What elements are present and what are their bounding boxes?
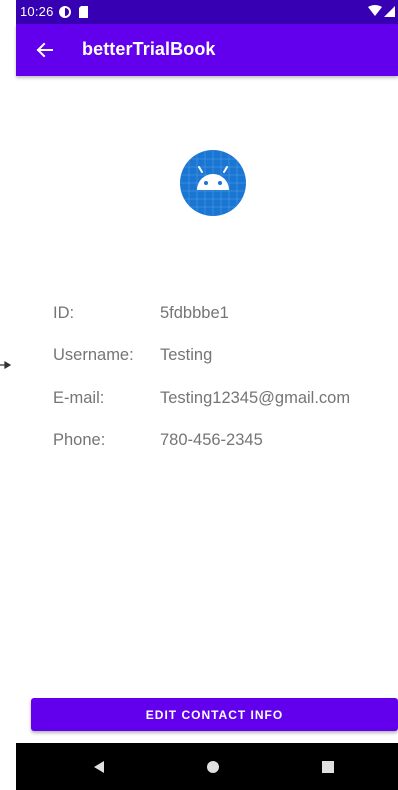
android-robot-icon: [180, 150, 246, 216]
contact-row-email: E-mail: Testing12345@gmail.com: [53, 385, 398, 413]
sd-card-icon: [79, 6, 88, 18]
nav-home-button[interactable]: [201, 755, 225, 779]
system-nav-bar: [16, 743, 398, 790]
username-label: Username:: [53, 346, 134, 364]
phone-value: 780-456-2345: [160, 431, 263, 449]
home-circle-icon: [207, 761, 219, 773]
app-screen: 10:26 betterTrialBook ID: 5fdbbbe1 Usern…: [16, 0, 398, 790]
status-time: 10:26: [20, 4, 54, 19]
contact-row-username: Username: Testing: [53, 342, 398, 370]
phone-label: Phone:: [53, 431, 106, 449]
signal-icon: [384, 6, 395, 17]
id-value: 5fdbbbe1: [160, 304, 229, 322]
arrow-back-icon: [36, 42, 53, 58]
id-label: ID:: [53, 304, 75, 322]
email-label: E-mail:: [53, 389, 105, 407]
recents-square-icon: [322, 761, 334, 773]
back-triangle-icon: [94, 761, 104, 773]
nav-recents-button[interactable]: [316, 755, 340, 779]
email-value: Testing12345@gmail.com: [160, 389, 351, 407]
wifi-icon: [368, 5, 382, 16]
edit-contact-info-button[interactable]: EDIT CONTACT INFO: [31, 698, 398, 731]
data-saver-icon: [59, 6, 71, 18]
page-title: betterTrialBook: [82, 39, 216, 59]
app-bar: betterTrialBook: [16, 24, 398, 76]
username-value: Testing: [160, 346, 213, 364]
contact-row-id: ID: 5fdbbbe1: [53, 300, 398, 328]
nav-back-button[interactable]: [87, 755, 111, 779]
contact-row-phone: Phone: 780-456-2345: [53, 427, 398, 455]
pointer-arrow-icon: [0, 361, 12, 369]
back-button[interactable]: [24, 30, 64, 70]
status-bar: 10:26: [16, 0, 398, 24]
